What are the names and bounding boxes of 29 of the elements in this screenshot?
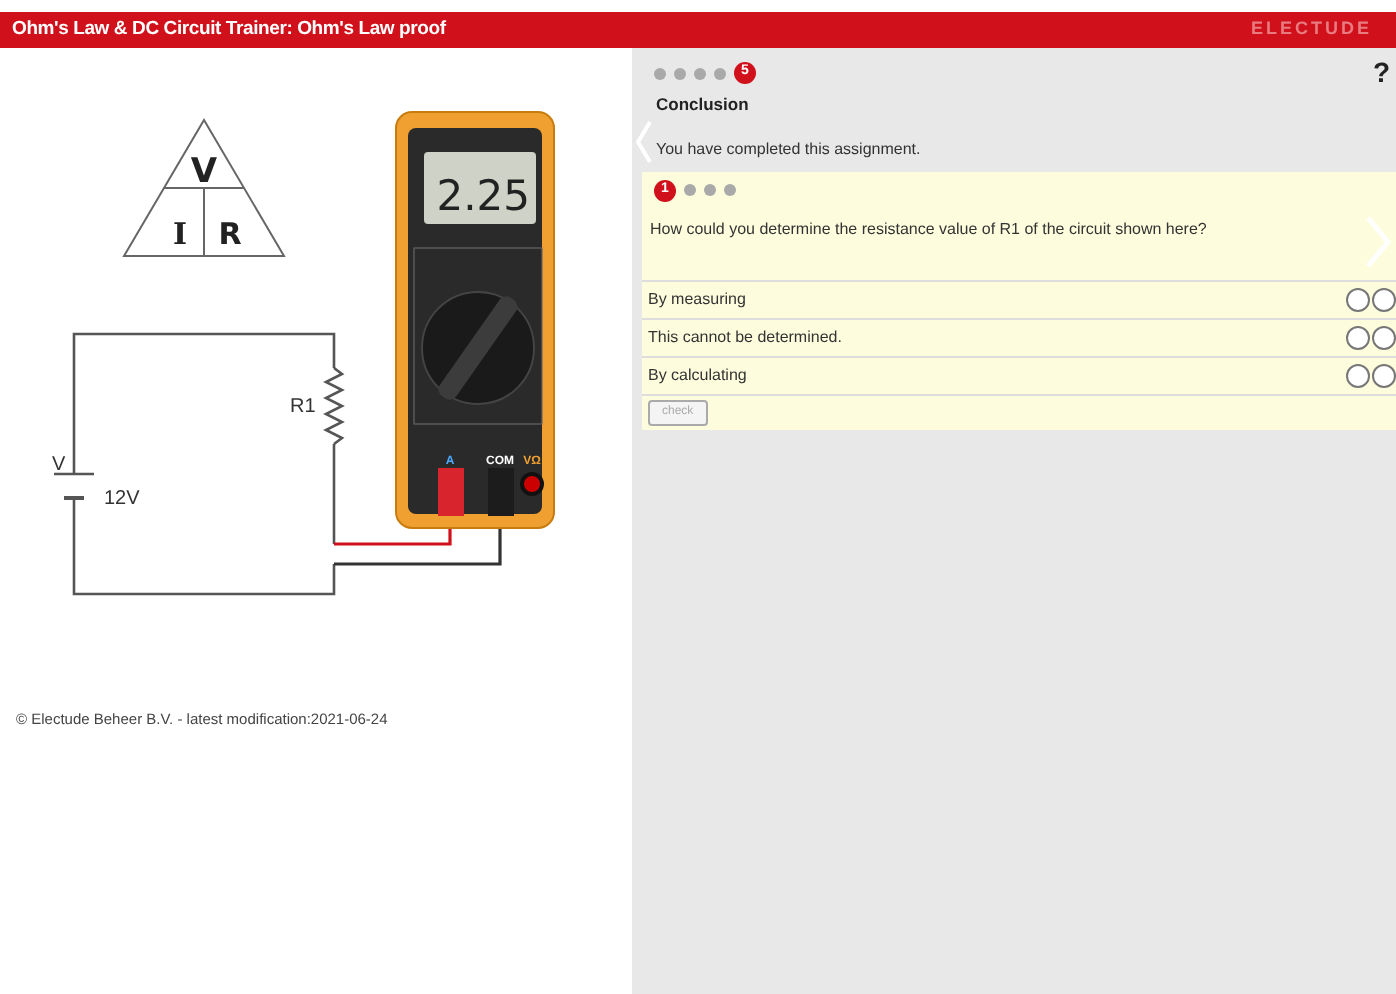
radio-button[interactable] (1346, 325, 1370, 350)
formula-letter: V (190, 152, 218, 192)
radio-button[interactable] (1346, 363, 1370, 388)
brand-logo: ELECTUDE (1250, 16, 1372, 43)
page-title: Ohm's Law & DC Circuit Trainer: Ohm's Law proof (12, 15, 446, 44)
voltage-value: 12V (104, 488, 140, 510)
radio-button[interactable] (1346, 287, 1370, 312)
question-dot[interactable] (704, 184, 716, 197)
voltage-label: V (52, 454, 66, 476)
question-dot[interactable] (684, 184, 696, 197)
formula-letter: I (172, 216, 188, 252)
section-title: Conclusion (656, 92, 751, 118)
radio-button[interactable] (1372, 363, 1396, 388)
formula-letter: R (218, 216, 242, 252)
step-dot[interactable] (654, 67, 666, 79)
display-reading: 2.25 (436, 172, 530, 220)
step-dot[interactable] (714, 67, 726, 79)
option-label: By calculating (648, 363, 747, 388)
step-dot[interactable] (674, 67, 686, 79)
resistor-label: R1 (290, 396, 316, 418)
radio-button[interactable] (1372, 325, 1396, 350)
section-text: You have completed this assignment. (656, 137, 923, 162)
step-dot[interactable] (694, 67, 706, 79)
option-label: By measuring (648, 287, 746, 312)
question-dot[interactable] (724, 184, 736, 197)
option-label: This cannot be determined. (648, 325, 842, 350)
help-mark[interactable]: ? (1372, 52, 1390, 94)
radio-button[interactable] (1372, 287, 1396, 312)
question-text: How could you determine the resistance value of R1 of the circuit shown here? (650, 217, 1209, 242)
